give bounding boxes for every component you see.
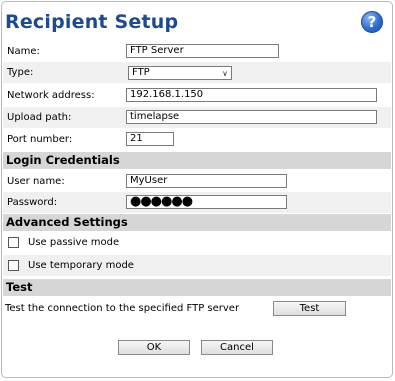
name-row: Name: FTP Server — [3, 41, 391, 62]
password-label: Password: — [7, 197, 58, 208]
test-button[interactable]: Test — [273, 301, 346, 316]
port-number-label: Port number: — [7, 134, 73, 145]
network-address-label: Network address: — [7, 90, 95, 101]
upload-path-label: Upload path: — [7, 112, 72, 123]
user-name-row: User name: MyUser — [3, 171, 391, 192]
name-input[interactable]: FTP Server — [126, 44, 279, 58]
temporary-mode-checkbox[interactable] — [8, 260, 19, 271]
test-description: Test the connection to the specified FTP… — [5, 303, 240, 314]
type-label: Type: — [7, 67, 34, 78]
page-title: Recipient Setup — [5, 11, 179, 33]
type-select-value: FTP — [132, 67, 150, 78]
upload-path-input[interactable]: timelapse — [126, 110, 377, 124]
user-name-input[interactable]: MyUser — [126, 174, 287, 188]
cancel-button[interactable]: Cancel — [201, 340, 273, 355]
type-row: Type: FTP ∨ — [3, 62, 391, 83]
login-credentials-heading: Login Credentials — [3, 152, 391, 169]
network-address-row: Network address: 192.168.1.150 — [3, 85, 391, 106]
passive-mode-label: Use passive mode — [28, 237, 120, 248]
advanced-settings-heading: Advanced Settings — [3, 214, 391, 231]
user-name-label: User name: — [7, 176, 65, 187]
upload-path-row: Upload path: timelapse — [3, 107, 391, 128]
network-address-input[interactable]: 192.168.1.150 — [126, 88, 377, 102]
test-heading: Test — [3, 279, 391, 296]
name-label: Name: — [7, 46, 40, 57]
chevron-down-icon: ∨ — [222, 69, 228, 78]
type-select[interactable]: FTP ∨ — [128, 66, 232, 80]
passive-mode-checkbox[interactable] — [8, 237, 19, 248]
temporary-mode-label: Use temporary mode — [28, 260, 134, 271]
port-number-input[interactable]: 21 — [126, 132, 174, 146]
help-icon[interactable]: ? — [361, 11, 383, 33]
test-row: Test the connection to the specified FTP… — [3, 298, 391, 319]
passive-mode-row: Use passive mode — [3, 232, 391, 253]
password-input[interactable]: ●●●●●● — [126, 195, 287, 209]
port-number-row: Port number: 21 — [3, 129, 391, 150]
temporary-mode-row: Use temporary mode — [3, 255, 391, 276]
ok-button[interactable]: OK — [118, 340, 190, 355]
password-row: Password: ●●●●●● — [3, 192, 391, 213]
